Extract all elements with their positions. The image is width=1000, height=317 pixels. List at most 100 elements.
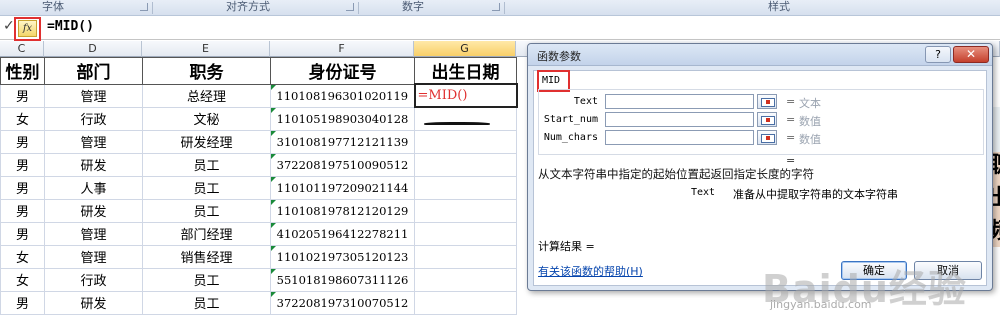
column-header-g[interactable]: G — [414, 41, 516, 57]
alignment-dialog-launcher-icon[interactable] — [346, 3, 354, 11]
formula-input[interactable]: =MID() — [47, 19, 94, 34]
cell-position[interactable]: 员工 — [142, 290, 271, 315]
column-header-f[interactable]: F — [270, 41, 414, 57]
ribbon-group-styles: 样式 — [768, 0, 790, 13]
cell-department[interactable]: 行政 — [44, 267, 143, 292]
cell-department[interactable]: 研发 — [44, 290, 143, 315]
cell-position[interactable]: 员工 — [142, 175, 271, 200]
cell-gender[interactable]: 女 — [0, 267, 45, 292]
cell-id-number[interactable]: 110105198903040128 — [270, 106, 415, 131]
cell-position[interactable]: 销售经理 — [142, 244, 271, 269]
arg-type: 数值 — [799, 115, 821, 128]
ribbon-group-number: 数字 — [402, 0, 424, 13]
table-header-row: 性别 部门 职务 身份证号 出生日期 — [0, 57, 517, 85]
cell-id-number[interactable]: 410205196412278211 — [270, 221, 415, 246]
cell-birth-date[interactable] — [414, 267, 517, 292]
cell-department[interactable]: 人事 — [44, 175, 143, 200]
cell-position[interactable]: 研发经理 — [142, 129, 271, 154]
arg-row-num-chars: Num_chars = 数值 — [528, 130, 994, 148]
column-header-c[interactable]: C — [0, 41, 44, 57]
dialog-close-button[interactable]: ✕ — [953, 46, 989, 63]
dialog-titlebar[interactable]: 函数参数 ? ✕ — [528, 44, 992, 66]
column-header-d[interactable]: D — [44, 41, 142, 57]
confirm-check-icon[interactable]: ✓ — [3, 18, 15, 34]
header-gender[interactable]: 性别 — [0, 57, 45, 85]
number-dialog-launcher-icon[interactable] — [492, 3, 500, 11]
header-department[interactable]: 部门 — [44, 57, 143, 85]
cell-gender[interactable]: 男 — [0, 129, 45, 154]
arg-label: Text — [573, 96, 598, 107]
collapse-dialog-icon[interactable] — [757, 130, 777, 145]
cell-gender[interactable]: 男 — [0, 198, 45, 223]
function-description: 从文本字符串中指定的起始位置起返回指定长度的字符 — [538, 167, 814, 181]
cell-gender[interactable]: 女 — [0, 106, 45, 131]
function-help-link[interactable]: 有关该函数的帮助(H) — [538, 263, 643, 279]
dialog-title: 函数参数 — [537, 50, 581, 63]
cell-birth-date[interactable] — [414, 175, 517, 200]
cell-department[interactable]: 管理 — [44, 221, 143, 246]
active-cell-birth-date[interactable]: =MID() — [413, 83, 518, 108]
text-arg-input[interactable] — [605, 94, 754, 109]
cell-id-number[interactable]: 110108196301020119 — [270, 83, 415, 108]
cell-id-number[interactable]: 310108197712121139 — [270, 129, 415, 154]
cell-birth-date[interactable] — [414, 221, 517, 246]
cell-birth-date[interactable] — [414, 244, 517, 269]
table-row: 女 行政 员工 551018198607311126 — [0, 267, 517, 292]
cell-gender[interactable]: 男 — [0, 221, 45, 246]
table-row: 男 管理 总经理 110108196301020119 =MID() — [0, 83, 518, 108]
cell-birth-date[interactable] — [414, 198, 517, 223]
cell-department[interactable]: 行政 — [44, 106, 143, 131]
header-id-number[interactable]: 身份证号 — [270, 57, 415, 85]
arg-equals: = — [786, 131, 796, 144]
num-chars-arg-input[interactable] — [605, 130, 754, 145]
column-header-e[interactable]: E — [142, 41, 270, 57]
cell-birth-date[interactable] — [414, 152, 517, 177]
collapse-dialog-icon[interactable] — [757, 94, 777, 109]
cell-birth-date[interactable] — [414, 106, 517, 131]
arg-type: 数值 — [799, 133, 821, 146]
dialog-help-button[interactable]: ? — [925, 46, 951, 63]
arg-label: Start_num — [543, 114, 598, 125]
cell-department[interactable]: 管理 — [44, 244, 143, 269]
cell-id-number[interactable]: 110101197209021144 — [270, 175, 415, 200]
formula-bar: ✓ =MID() — [0, 16, 1000, 40]
calculation-result: 计算结果 = — [538, 240, 595, 253]
cell-id-number[interactable]: 110108197812120129 — [270, 198, 415, 223]
cell-position[interactable]: 部门经理 — [142, 221, 271, 246]
arg-equals: = — [786, 113, 796, 126]
table-row: 男 管理 研发经理 310108197712121139 — [0, 129, 517, 154]
cell-department[interactable]: 管理 — [44, 129, 143, 154]
start-num-arg-input[interactable] — [605, 112, 754, 127]
table-row: 男 人事 员工 110101197209021144 — [0, 175, 517, 200]
cell-id-number[interactable]: 372208197510090512 — [270, 152, 415, 177]
cell-position[interactable]: 员工 — [142, 267, 271, 292]
cell-id-number[interactable]: 551018198607311126 — [270, 267, 415, 292]
arg-label: Num_chars — [543, 132, 598, 143]
cell-birth-date[interactable] — [414, 129, 517, 154]
watermark-url: jingyan.baidu.com — [770, 298, 872, 311]
table-row: 男 管理 部门经理 410205196412278211 — [0, 221, 517, 246]
font-dialog-launcher-icon[interactable] — [140, 3, 148, 11]
cell-gender[interactable]: 男 — [0, 175, 45, 200]
cell-id-number[interactable]: 110102197305120123 — [270, 244, 415, 269]
cell-department[interactable]: 管理 — [44, 83, 143, 108]
cell-department[interactable]: 研发 — [44, 198, 143, 223]
cell-gender[interactable]: 男 — [0, 290, 45, 315]
collapse-dialog-icon[interactable] — [757, 112, 777, 127]
cell-id-number[interactable]: 372208197310070512 — [270, 290, 415, 315]
insert-function-button[interactable]: fx — [18, 20, 37, 37]
cell-position[interactable]: 文秘 — [142, 106, 271, 131]
cell-position[interactable]: 员工 — [142, 152, 271, 177]
cell-gender[interactable]: 女 — [0, 244, 45, 269]
header-birth-date[interactable]: 出生日期 — [414, 57, 517, 85]
header-position[interactable]: 职务 — [142, 57, 271, 85]
cell-position[interactable]: 员工 — [142, 198, 271, 223]
cell-gender[interactable]: 男 — [0, 152, 45, 177]
cell-department[interactable]: 研发 — [44, 152, 143, 177]
arg-description-name: Text — [691, 187, 716, 198]
cell-gender[interactable]: 男 — [0, 83, 45, 108]
ribbon-group-alignment: 对齐方式 — [226, 0, 270, 13]
function-arguments-dialog: 函数参数 ? ✕ MID Text = 文本 Start_num = 数值 Nu… — [527, 43, 993, 291]
cell-position[interactable]: 总经理 — [142, 83, 271, 108]
cell-birth-date[interactable] — [414, 290, 517, 315]
